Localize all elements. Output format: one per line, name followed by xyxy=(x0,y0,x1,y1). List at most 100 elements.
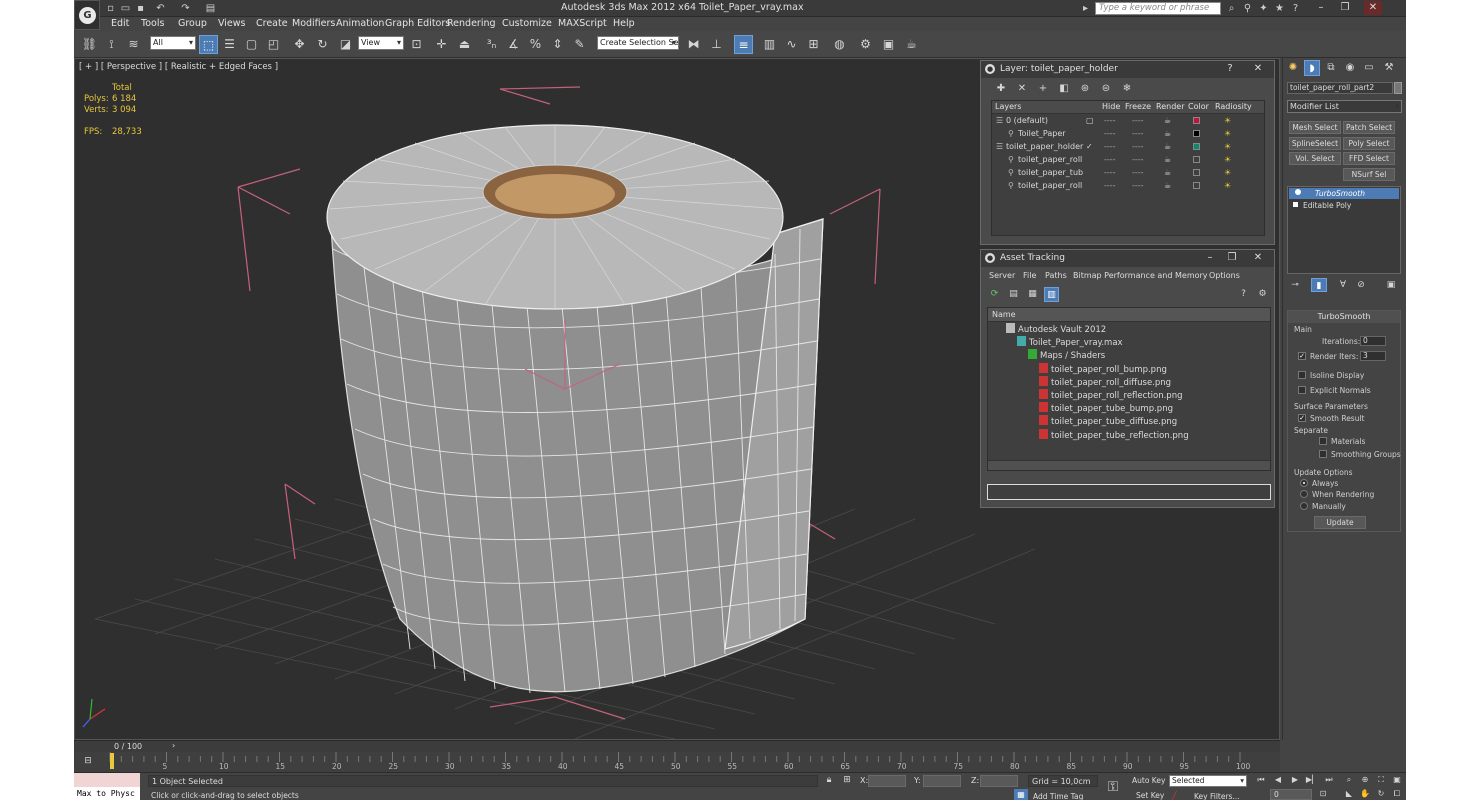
open-file-icon[interactable]: ▭ xyxy=(119,2,132,15)
select-by-name-icon[interactable]: ☰ xyxy=(220,35,239,54)
ffd-select-button[interactable]: FFD Select xyxy=(1343,152,1395,165)
menu-help[interactable]: Help xyxy=(613,18,635,29)
zoom-extents-icon[interactable]: ⛶ xyxy=(1374,773,1388,786)
next-frame-icon[interactable]: › xyxy=(172,741,175,750)
edit-named-selection-icon[interactable]: ✎ xyxy=(570,35,589,54)
layer-color-swatch[interactable] xyxy=(1193,182,1200,189)
pin-stack-icon[interactable]: ⊸ xyxy=(1287,278,1303,292)
field-of-view-icon[interactable]: ◣ xyxy=(1342,788,1356,800)
render-teapot-icon[interactable]: ☕︎ xyxy=(1164,155,1171,164)
render-teapot-icon[interactable]: ☕︎ xyxy=(1164,168,1171,177)
freeze-toggle[interactable]: ---- xyxy=(1132,142,1144,151)
layer-help-button[interactable]: ? xyxy=(1221,62,1239,76)
asset-row[interactable]: toilet_paper_roll_reflection.png xyxy=(1039,389,1182,402)
select-and-link-icon[interactable]: ⛓ xyxy=(80,35,99,54)
y-coordinate-field[interactable] xyxy=(923,775,961,787)
angle-snap-icon[interactable]: ∡ xyxy=(504,35,523,54)
graphite-ribbon-icon[interactable]: ▥ xyxy=(760,35,779,54)
freeze-toggle[interactable]: ---- xyxy=(1132,168,1144,177)
manually-radio[interactable] xyxy=(1300,502,1308,510)
stack-item-turbosmooth[interactable]: TurboSmooth xyxy=(1289,188,1399,199)
menu-modifiers[interactable]: Modifiers xyxy=(292,18,335,29)
asset-close-button[interactable]: ✕ xyxy=(1249,251,1267,265)
make-unique-icon[interactable]: ∀ xyxy=(1335,278,1351,292)
select-and-scale-icon[interactable]: ◪ xyxy=(336,35,355,54)
render-teapot-icon[interactable]: ☕︎ xyxy=(1164,181,1171,190)
add-to-layer-icon[interactable]: + xyxy=(1035,81,1051,97)
menu-customize[interactable]: Customize xyxy=(502,18,552,29)
render-teapot-icon[interactable]: ☕︎ xyxy=(1164,142,1171,151)
smoothing-groups-checkbox[interactable] xyxy=(1319,450,1327,458)
thumbnail-view-icon[interactable]: ▦ xyxy=(1025,287,1040,302)
bind-space-warp-icon[interactable]: ≋ xyxy=(124,35,143,54)
layer-color-swatch[interactable] xyxy=(1193,130,1200,137)
favorites-icon[interactable]: ★ xyxy=(1272,1,1287,16)
layer-color-swatch[interactable] xyxy=(1193,169,1200,176)
refresh-icon[interactable]: ⟳ xyxy=(987,287,1002,302)
asset-row[interactable]: Maps / Shaders xyxy=(1028,349,1105,362)
menu-maxscript[interactable]: MAXScript xyxy=(558,18,607,29)
asset-menu-server[interactable]: Server xyxy=(989,271,1015,280)
render-teapot-icon[interactable]: ☕︎ xyxy=(1164,116,1171,125)
motion-tab-icon[interactable]: ◉ xyxy=(1342,60,1358,76)
pan-view-icon[interactable]: ✋ xyxy=(1358,788,1372,800)
layer-expand-icon[interactable]: ⚲ xyxy=(1008,129,1014,138)
z-coordinate-field[interactable] xyxy=(980,775,1018,787)
auto-key-button[interactable]: Auto Key xyxy=(1132,776,1165,785)
maxscript-listener-pink[interactable] xyxy=(74,773,140,787)
select-object-icon[interactable]: ⬚ xyxy=(199,35,218,54)
time-config-icon[interactable]: ⊡ xyxy=(1316,788,1330,800)
layer-expand-icon[interactable]: ⚲ xyxy=(1008,155,1014,164)
binoculars-icon[interactable]: ⌕ xyxy=(1224,1,1239,16)
layer-expand-icon[interactable]: ☰ xyxy=(996,142,1003,151)
go-to-end-icon[interactable]: ⏭ xyxy=(1322,773,1336,786)
search-input[interactable]: Type a keyword or phrase xyxy=(1095,2,1221,15)
col-render[interactable]: Render xyxy=(1156,102,1184,111)
menu-tools[interactable]: Tools xyxy=(141,18,164,29)
layer-name[interactable]: toilet_paper_tub xyxy=(1018,168,1083,177)
radiosity-icon[interactable]: ☀︎ xyxy=(1224,142,1231,151)
spinner-snap-icon[interactable]: ⇕ xyxy=(548,35,567,54)
layer-row[interactable]: ⚲ toilet_paper_tub ---- ---- ☕︎ ☀︎ xyxy=(992,167,1264,180)
col-radiosity[interactable]: Radiosity xyxy=(1215,102,1252,111)
viewport-label[interactable]: [ + ] [ Perspective ] [ Realistic + Edge… xyxy=(79,62,278,72)
render-teapot-icon[interactable]: ☕︎ xyxy=(1164,129,1171,138)
layer-color-swatch[interactable] xyxy=(1193,143,1200,150)
menu-views[interactable]: Views xyxy=(218,18,246,29)
freeze-toggle[interactable]: ---- xyxy=(1132,116,1144,125)
layer-row[interactable]: ☰ toilet_paper_holder ✓ ---- ---- ☕︎ ☀︎ xyxy=(992,141,1264,154)
project-folder-icon[interactable]: ▤ xyxy=(204,2,217,15)
lightbulb-icon[interactable] xyxy=(1295,189,1301,195)
expand-icon[interactable] xyxy=(1293,202,1298,207)
hide-toggle[interactable]: ---- xyxy=(1104,129,1116,138)
asset-menu-file[interactable]: File xyxy=(1023,271,1036,280)
menu-animation[interactable]: Animation xyxy=(336,18,384,29)
col-freeze[interactable]: Freeze xyxy=(1125,102,1151,111)
layer-close-button[interactable]: ✕ xyxy=(1249,62,1267,76)
radiosity-icon[interactable]: ☀︎ xyxy=(1224,168,1231,177)
mini-curve-editor-icon[interactable]: ⊟ xyxy=(80,753,96,769)
layer-name[interactable]: toilet_paper_roll xyxy=(1018,181,1082,190)
layer-manager-icon[interactable]: ≡ xyxy=(734,35,753,54)
track-bar[interactable]: ⊟ 5 10 15 20 25 30 35 40 45 50 55 60 65 70 75 80 85 90 95 1… xyxy=(74,752,1280,772)
always-radio[interactable] xyxy=(1300,479,1308,487)
hide-all-layers-icon[interactable]: ⊜ xyxy=(1098,81,1114,97)
render-iters-spinner[interactable]: 3 xyxy=(1360,351,1386,361)
hide-toggle[interactable]: ---- xyxy=(1104,155,1116,164)
current-frame-field[interactable]: 0 xyxy=(1270,789,1312,800)
material-editor-icon[interactable]: ◍ xyxy=(830,35,849,54)
time-tag-icon[interactable]: ▦ xyxy=(1014,789,1028,800)
layer-row[interactable]: ⚲ toilet_paper_roll ---- ---- ☕︎ ☀︎ xyxy=(992,180,1264,193)
render-setup-icon[interactable]: ⚙ xyxy=(856,35,875,54)
render-iters-checkbox[interactable]: ✓ xyxy=(1298,352,1306,360)
set-key-icon[interactable]: ⚿ xyxy=(1102,777,1124,797)
previous-frame-icon[interactable]: ◀ xyxy=(1271,773,1285,786)
freeze-all-layers-icon[interactable]: ❄ xyxy=(1119,81,1135,97)
next-frame-button-icon[interactable]: ▶▏ xyxy=(1305,773,1319,786)
keyboard-shortcut-icon[interactable]: ⏏ xyxy=(455,35,474,54)
zoom-icon[interactable]: ⌕ xyxy=(1342,773,1356,786)
display-tab-icon[interactable]: ▭ xyxy=(1361,60,1377,76)
asset-menu-paths[interactable]: Paths xyxy=(1045,271,1067,280)
mirror-icon[interactable]: ⧓ xyxy=(684,35,703,54)
asset-row[interactable]: toilet_paper_roll_bump.png xyxy=(1039,362,1167,376)
